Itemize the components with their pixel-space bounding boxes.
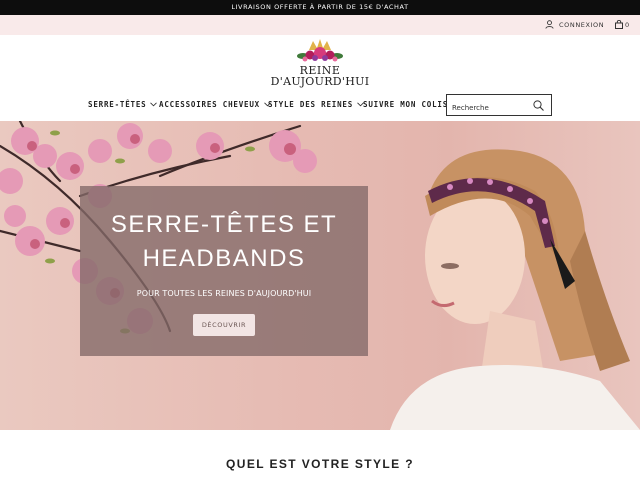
- search-box: [446, 94, 552, 117]
- nav-item-style-des-reines[interactable]: STYLE DES REINES: [268, 95, 364, 115]
- main-nav: SERRE-TÊTES ACCESSOIRES CHEVEUX STYLE DE…: [0, 95, 448, 115]
- hero-overlay: SERRE-TÊTES ET HEADBANDS POUR TOUTES LES…: [80, 186, 368, 356]
- hero-subtitle: POUR TOUTES LES REINES D'AUJOURD'HUI: [136, 289, 312, 298]
- style-section-title: QUEL EST VOTRE STYLE ?: [226, 457, 414, 471]
- hero-title-line2: HEADBANDS: [142, 245, 306, 272]
- nav-label: STYLE DES REINES: [268, 100, 354, 109]
- search-input[interactable]: [447, 98, 532, 117]
- chevron-down-icon: [150, 102, 158, 107]
- cart-count: 0: [625, 21, 630, 29]
- cart-button[interactable]: 0: [615, 19, 629, 31]
- discover-button[interactable]: DÉCOUVRIR: [193, 314, 255, 336]
- announcement-text: LIVRAISON OFFERTE À PARTIR DE 15€ D'ACHA…: [231, 3, 409, 11]
- nav-item-serre-tetes[interactable]: SERRE-TÊTES: [88, 95, 158, 115]
- login-label: CONNEXION: [559, 21, 605, 29]
- hero-title-line1: SERRE-TÊTES ET: [110, 211, 338, 238]
- login-link[interactable]: CONNEXION: [545, 19, 604, 31]
- cart-icon: [615, 19, 623, 29]
- nav-label: SUIVRE MON COLIS: [363, 100, 449, 109]
- model-with-headband-image: [390, 149, 640, 430]
- nav-label: SERRE-TÊTES: [88, 100, 147, 109]
- nav-label: ACCESSOIRES CHEVEUX: [159, 100, 260, 109]
- nav-item-suivre-mon-colis[interactable]: SUIVRE MON COLIS: [363, 95, 448, 115]
- flower-crown-icon: [297, 39, 343, 62]
- site-logo[interactable]: REINE D'AUJOURD'HUI: [262, 38, 378, 90]
- announcement-bar: LIVRAISON OFFERTE À PARTIR DE 15€ D'ACHA…: [0, 0, 640, 15]
- user-icon: [545, 20, 554, 29]
- search-icon[interactable]: [533, 100, 544, 111]
- nav-item-accessoires-cheveux[interactable]: ACCESSOIRES CHEVEUX: [159, 95, 271, 115]
- logo-line2: D'AUJOURD'HUI: [270, 75, 370, 88]
- hero-banner[interactable]: SERRE-TÊTES ET HEADBANDS POUR TOUTES LES…: [0, 121, 640, 430]
- hero-title: SERRE-TÊTES ET HEADBANDS: [80, 208, 368, 276]
- utility-bar: CONNEXION 0: [0, 15, 640, 35]
